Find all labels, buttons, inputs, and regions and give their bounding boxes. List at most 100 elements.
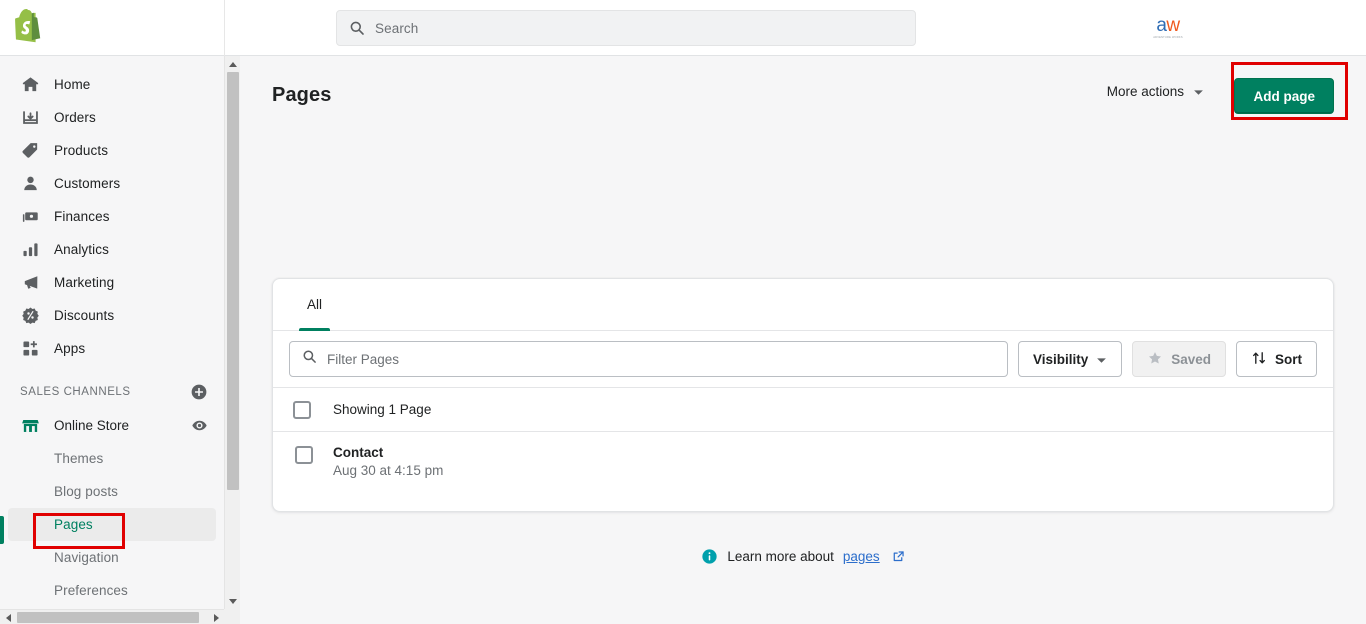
visibility-label: Visibility <box>1032 351 1089 367</box>
shopify-admin-window: Search aw ADVENTURE WORKS Home Orders Pr… <box>0 0 1366 624</box>
sales-channels-header: SALES CHANNELS <box>8 377 216 407</box>
discount-icon <box>20 306 40 326</box>
visibility-button[interactable]: Visibility <box>1017 341 1123 377</box>
filter-placeholder: Filter Pages <box>327 351 400 367</box>
pages-card: All Filter Pages Visibility Saved Sort S… <box>272 278 1334 512</box>
tag-icon <box>20 141 40 161</box>
sidebar-label: Customers <box>54 176 121 191</box>
sidebar-item-blog-posts[interactable]: Blog posts <box>8 475 216 508</box>
person-icon <box>20 174 40 194</box>
sort-button[interactable]: Sort <box>1236 341 1317 377</box>
chevron-down-icon <box>1193 84 1204 99</box>
topbar-divider <box>224 0 225 56</box>
sidebar-label: Online Store <box>54 418 130 433</box>
sidebar-label: Marketing <box>54 275 115 290</box>
sidebar-sub-label: Blog posts <box>54 484 119 499</box>
bar-chart-icon <box>20 240 40 260</box>
pages-doc-link[interactable]: pages <box>843 549 880 564</box>
top-bar: Search aw ADVENTURE WORKS <box>0 0 1366 56</box>
external-link-icon[interactable] <box>892 550 905 563</box>
sidebar-label: Apps <box>54 341 86 356</box>
tab-label: All <box>307 297 323 312</box>
shopify-logo-icon[interactable] <box>12 9 46 47</box>
sidebar-item-customers[interactable]: Customers <box>8 167 216 200</box>
search-icon <box>302 349 317 369</box>
megaphone-icon <box>20 273 40 293</box>
eye-icon[interactable] <box>191 417 208 434</box>
page-date-cell: Aug 30 at 4:15 pm <box>333 463 444 478</box>
table-row[interactable]: Contact Aug 30 at 4:15 pm <box>273 431 1333 497</box>
sidebar-label: Analytics <box>54 242 109 257</box>
info-icon <box>701 548 718 565</box>
add-page-label: Add page <box>1253 88 1315 104</box>
tab-all[interactable]: All <box>297 279 332 331</box>
scrollbar-thumb[interactable] <box>227 72 239 490</box>
brand-letter-a: a <box>1156 14 1167 36</box>
cash-icon <box>20 207 40 227</box>
sidebar-item-marketing[interactable]: Marketing <box>8 266 216 299</box>
scroll-left-arrow-icon[interactable] <box>0 610 16 624</box>
plus-circle-icon[interactable] <box>190 383 208 401</box>
sidebar-horizontal-scrollbar[interactable] <box>0 609 224 624</box>
sort-label: Sort <box>1275 351 1302 367</box>
storefront-icon <box>20 416 40 436</box>
sidebar-item-analytics[interactable]: Analytics <box>8 233 216 266</box>
sidebar-nav: Home Orders Products Customers Finances … <box>0 56 224 609</box>
chevron-down-icon <box>1096 352 1107 367</box>
global-search-input[interactable]: Search <box>336 10 916 46</box>
sort-arrows-icon <box>1251 350 1267 369</box>
sidebar-item-home[interactable]: Home <box>8 68 216 101</box>
sidebar-item-navigation[interactable]: Navigation <box>8 541 216 574</box>
sidebar-item-orders[interactable]: Orders <box>8 101 216 134</box>
sidebar-label: Products <box>54 143 109 158</box>
orders-icon <box>20 108 40 128</box>
sidebar-sub-label: Themes <box>54 451 104 466</box>
page-title-cell[interactable]: Contact <box>333 445 383 460</box>
select-all-checkbox[interactable] <box>293 400 311 419</box>
sidebar-item-preferences[interactable]: Preferences <box>8 574 216 607</box>
card-tabs: All <box>273 279 1333 331</box>
select-all-row: Showing 1 Page <box>273 387 1333 431</box>
brand-subtext: ADVENTURE WORKS <box>1153 35 1183 39</box>
sidebar-primary-list: Home Orders Products Customers Finances … <box>0 56 224 607</box>
sidebar-item-products[interactable]: Products <box>8 134 216 167</box>
learn-more-text: Learn more about <box>727 549 834 564</box>
sidebar-label: Home <box>54 77 91 92</box>
sidebar-label: Discounts <box>54 308 115 323</box>
page-title: Pages <box>272 84 332 106</box>
saved-button[interactable]: Saved <box>1132 341 1226 377</box>
sidebar-vertical-scrollbar[interactable] <box>224 56 240 609</box>
apps-icon <box>20 339 40 359</box>
sales-channels-label: SALES CHANNELS <box>20 386 131 398</box>
scroll-right-arrow-icon[interactable] <box>208 610 224 624</box>
store-brand-logo[interactable]: aw ADVENTURE WORKS <box>1148 14 1188 40</box>
sidebar-item-pages[interactable]: Pages <box>8 508 216 541</box>
home-icon <box>20 75 40 95</box>
sidebar-item-apps[interactable]: Apps <box>8 332 216 365</box>
row-checkbox[interactable] <box>295 446 313 464</box>
sidebar-label: Orders <box>54 110 96 125</box>
h-scrollbar-thumb[interactable] <box>17 612 199 623</box>
sidebar-item-discounts[interactable]: Discounts <box>8 299 216 332</box>
add-page-button[interactable]: Add page <box>1234 78 1334 114</box>
filter-pages-input[interactable]: Filter Pages <box>289 341 1008 377</box>
more-actions-button[interactable]: More actions <box>1107 84 1204 99</box>
sidebar-item-online-store[interactable]: Online Store <box>8 409 216 442</box>
global-search-placeholder: Search <box>375 20 419 36</box>
sidebar-sub-label: Navigation <box>54 550 119 565</box>
sidebar-label: Finances <box>54 209 110 224</box>
active-item-indicator <box>0 516 4 544</box>
sidebar-item-themes[interactable]: Themes <box>8 442 216 475</box>
scroll-up-arrow-icon[interactable] <box>225 56 241 72</box>
showing-count-label: Showing 1 Page <box>333 402 432 417</box>
sidebar-sub-label: Preferences <box>54 583 128 598</box>
star-icon <box>1147 350 1163 369</box>
sidebar-item-finances[interactable]: Finances <box>8 200 216 233</box>
search-icon <box>349 20 365 36</box>
more-actions-label: More actions <box>1106 84 1184 99</box>
scroll-down-arrow-icon[interactable] <box>225 593 241 609</box>
filter-row: Filter Pages Visibility Saved Sort <box>273 331 1333 387</box>
page-header: Pages More actions Add page <box>272 78 1334 128</box>
saved-label: Saved <box>1171 351 1211 367</box>
brand-letter-w: w <box>1166 14 1180 36</box>
